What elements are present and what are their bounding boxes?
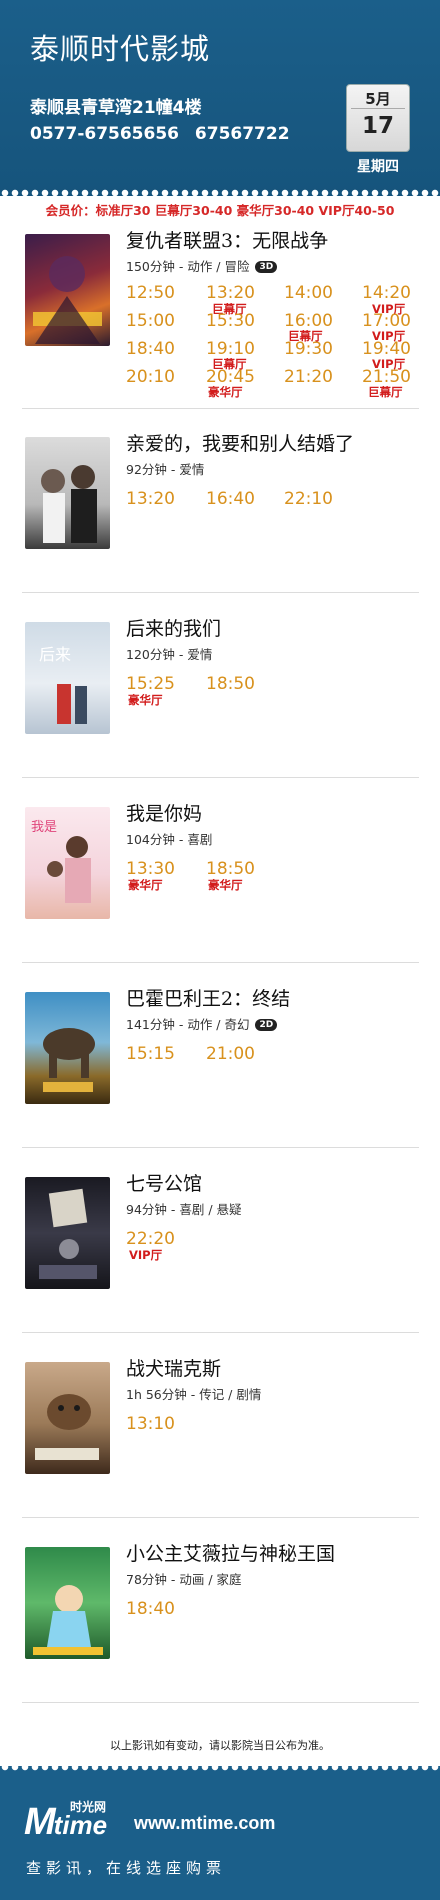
movie-title[interactable]: 复仇者联盟3：无限战争 xyxy=(126,226,328,253)
stamp-edge xyxy=(0,1762,440,1772)
mtime-footer[interactable]: Mtime 时光网 www.mtime.com 查影讯，在线选座购票 xyxy=(0,1762,440,1900)
movie-poster[interactable] xyxy=(25,234,110,346)
showtime[interactable]: 18:40 xyxy=(126,1599,175,1619)
showtime-page: { "header": { "cinema_name": "泰顺时代影城", "… xyxy=(0,0,440,1900)
showtime[interactable]: 22:20 xyxy=(126,1229,175,1249)
cinema-address: 泰顺县青草湾21幢4楼 xyxy=(30,98,202,118)
hall-label: 豪华厅 xyxy=(128,878,163,892)
showtime[interactable]: 15:30 xyxy=(206,311,255,331)
divider xyxy=(22,1332,419,1333)
showtime[interactable]: 13:30 xyxy=(126,859,175,879)
svg-text:我是: 我是 xyxy=(31,820,57,835)
movie-title[interactable]: 亲爱的，我要和别人结婚了 xyxy=(126,429,354,456)
movie-meta: 104分钟 - 喜剧 xyxy=(126,832,213,847)
movie-meta: 150分钟 - 动作 / 冒险 xyxy=(126,259,250,274)
logo-chinese: 时光网 xyxy=(70,1800,107,1814)
showtime[interactable]: 15:00 xyxy=(126,311,175,331)
movie-title[interactable]: 小公主艾薇拉与神秘王国 xyxy=(126,1539,335,1566)
showtime[interactable]: 15:25 xyxy=(126,674,175,694)
movie-info: 150分钟 - 动作 / 冒险 3D xyxy=(126,256,278,275)
showtime[interactable]: 21:20 xyxy=(284,367,333,387)
movie-meta: 92分钟 - 爱情 xyxy=(126,462,205,477)
showtime[interactable]: 12:50 xyxy=(126,283,175,303)
showtime[interactable]: 20:10 xyxy=(126,367,175,387)
movie-poster[interactable] xyxy=(25,992,110,1104)
divider xyxy=(22,408,419,409)
movie-meta: 1h 56分钟 - 传记 / 剧情 xyxy=(126,1387,262,1402)
movie-title[interactable]: 我是你妈 xyxy=(126,799,202,826)
format-badge: 3D xyxy=(255,261,278,273)
movie-poster[interactable] xyxy=(25,437,110,549)
calendar-month: 5月 xyxy=(365,90,391,108)
movie-poster[interactable] xyxy=(25,1177,110,1289)
showtime[interactable]: 19:30 xyxy=(284,339,333,359)
movie-title[interactable]: 后来的我们 xyxy=(126,614,221,641)
showtime[interactable]: 18:40 xyxy=(126,339,175,359)
showtime[interactable]: 15:15 xyxy=(126,1044,175,1064)
movie-poster[interactable] xyxy=(25,1547,110,1659)
cinema-phone: 0577-67565656 67567722 xyxy=(30,124,290,144)
movie-meta: 120分钟 - 爱情 xyxy=(126,647,213,662)
movie-meta: 78分钟 - 动画 / 家庭 xyxy=(126,1572,242,1587)
logo-letter: M xyxy=(24,1801,56,1843)
member-price: 会员价：标准厅30 巨幕厅30-40 豪华厅30-40 VIP厅40-50 xyxy=(0,196,440,226)
cinema-name: 泰顺时代影城 xyxy=(30,32,211,66)
showtime[interactable]: 21:00 xyxy=(206,1044,255,1064)
showtime[interactable]: 18:50 xyxy=(206,674,255,694)
cinema-header: 泰顺时代影城 泰顺县青草湾21幢4楼 0577-67565656 6756772… xyxy=(0,0,440,198)
showtime[interactable]: 13:20 xyxy=(206,283,255,303)
showtime[interactable]: 14:20 xyxy=(362,283,411,303)
weekday: 星期四 xyxy=(357,159,399,175)
hall-label: 巨幕厅 xyxy=(368,385,403,399)
calendar-day: 17 xyxy=(361,113,394,139)
footer-slogan: 查影讯，在线选座购票 xyxy=(26,1859,227,1877)
movie-title[interactable]: 战犬瑞克斯 xyxy=(126,1354,221,1381)
divider xyxy=(22,592,419,593)
hall-label: 豪华厅 xyxy=(208,878,243,892)
movie-title[interactable]: 七号公馆 xyxy=(126,1169,202,1196)
movie-poster[interactable]: 我是 xyxy=(25,807,110,919)
showtime[interactable]: 14:00 xyxy=(284,283,333,303)
showtime[interactable]: 16:40 xyxy=(206,489,255,509)
divider xyxy=(22,1702,419,1703)
movie-meta: 141分钟 - 动作 / 奇幻 xyxy=(126,1017,250,1032)
showtime[interactable]: 13:10 xyxy=(126,1414,175,1434)
disclaimer-note: 以上影讯如有变动，请以影院当日公布为准。 xyxy=(110,1739,330,1752)
hall-label: 豪华厅 xyxy=(208,385,243,399)
calendar-date: 5月 17 xyxy=(346,84,410,152)
movie-poster[interactable] xyxy=(25,1362,110,1474)
website-link[interactable]: www.mtime.com xyxy=(134,1813,275,1834)
showtime[interactable]: 18:50 xyxy=(206,859,255,879)
divider xyxy=(22,962,419,963)
hall-label: 豪华厅 xyxy=(128,693,163,707)
movie-meta: 94分钟 - 喜剧 / 悬疑 xyxy=(126,1202,242,1217)
format-badge: 2D xyxy=(255,1019,278,1031)
movie-info: 141分钟 - 动作 / 奇幻 2D xyxy=(126,1014,278,1033)
divider xyxy=(22,777,419,778)
svg-text:后来: 后来 xyxy=(39,645,71,664)
divider xyxy=(22,1517,419,1518)
movie-title[interactable]: 巴霍巴利王2：终结 xyxy=(126,984,290,1011)
hall-label: VIP厅 xyxy=(129,1248,163,1262)
divider xyxy=(22,1147,419,1148)
showtime[interactable]: 13:20 xyxy=(126,489,175,509)
movie-poster[interactable]: 后来 xyxy=(25,622,110,734)
showtime[interactable]: 22:10 xyxy=(284,489,333,509)
